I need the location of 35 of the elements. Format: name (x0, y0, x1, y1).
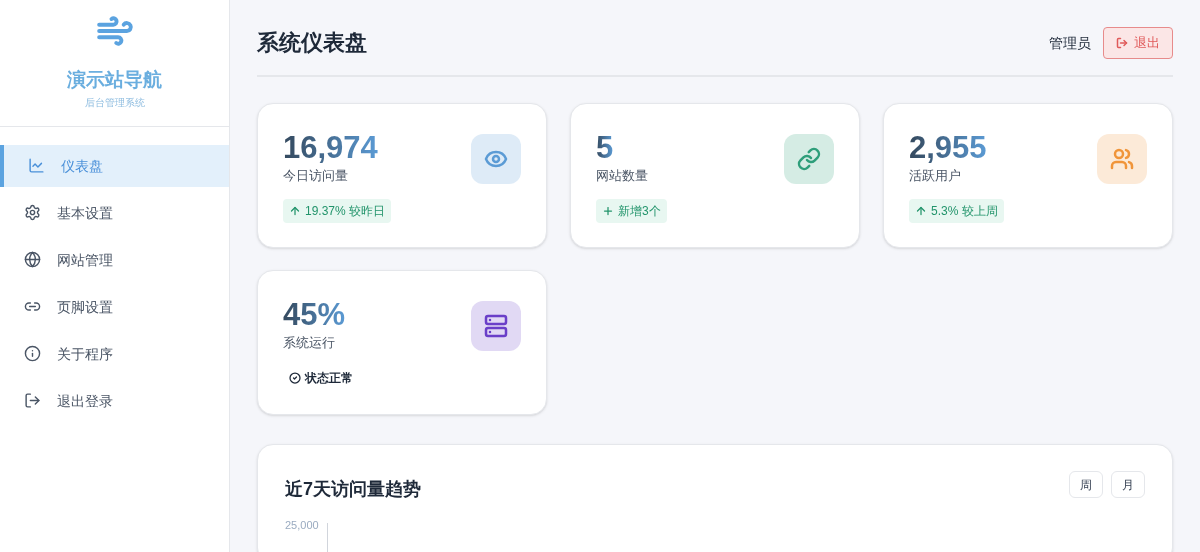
nav-item[interactable]: 页脚设置 (0, 285, 229, 328)
settings-icon (24, 204, 41, 221)
user-name: 管理员 (1049, 33, 1091, 53)
info-icon (24, 345, 41, 362)
range-button[interactable]: 月 (1111, 471, 1145, 498)
stat-label: 今日访问量 (283, 167, 349, 185)
chart-title: 近7天访问量趋势 (285, 478, 421, 501)
arrow-up-icon (289, 204, 301, 217)
stat-badge: 19.37% 较昨日 (283, 198, 392, 223)
nav-item[interactable]: 退出登录 (0, 379, 229, 422)
range-button[interactable]: 周 (1069, 471, 1103, 498)
globe-icon (24, 251, 41, 268)
nav-item[interactable]: 基本设置 (0, 191, 229, 234)
server-icon (484, 314, 508, 338)
stat-label: 活跃用户 (909, 167, 962, 185)
y-axis-label: 25,000 (285, 518, 319, 533)
chart-icon (28, 157, 45, 174)
link-icon (797, 147, 821, 171)
status-label: 状态正常 (283, 365, 359, 390)
stat-label: 网站数量 (596, 167, 649, 185)
y-axis-line (326, 523, 328, 552)
arrow-up-icon (915, 204, 927, 217)
logout-icon (24, 392, 41, 409)
page-title: 系统仪表盘 (257, 29, 367, 57)
stat-badge: 新增3个 (596, 198, 667, 223)
stat-badge: 5.3% 较上周 (909, 198, 1004, 223)
stat-label: 系统运行 (283, 334, 336, 352)
brand-title: 演示站导航 (67, 68, 162, 92)
plus-icon (602, 204, 614, 217)
brand-subtitle: 后台管理系统 (84, 95, 145, 110)
check-circle-icon (289, 371, 301, 384)
users-icon (1110, 147, 1134, 171)
logout-icon (1116, 36, 1128, 49)
nav-item[interactable]: 关于程序 (0, 332, 229, 375)
nav-item[interactable]: 网站管理 (0, 238, 229, 281)
